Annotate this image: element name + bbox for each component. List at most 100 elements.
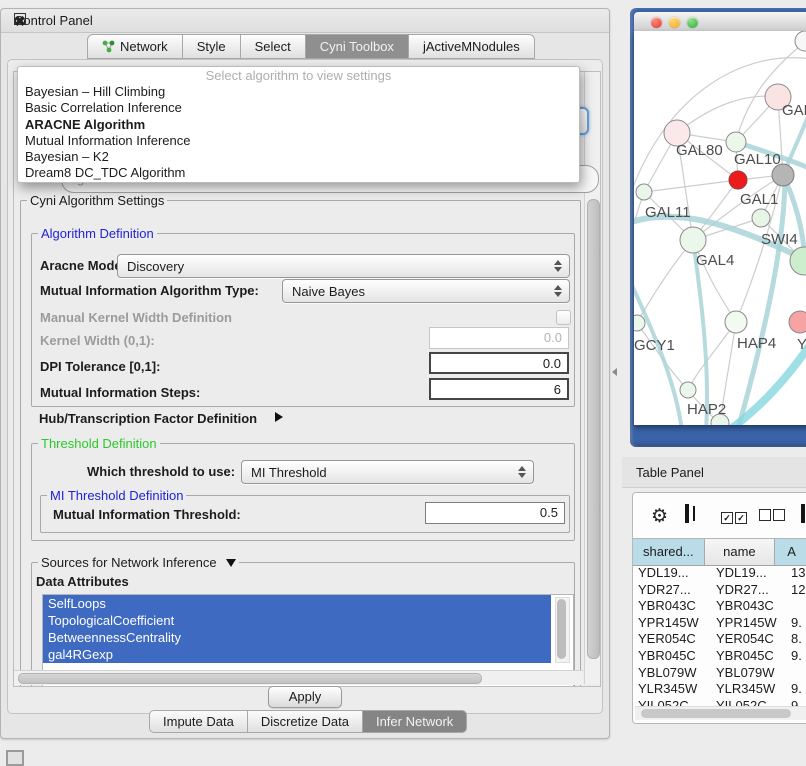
minimize-traffic-light[interactable] — [669, 17, 680, 28]
tab-infer-network[interactable]: Infer Network — [363, 710, 467, 733]
node-red[interactable] — [729, 171, 747, 189]
control-panel-window: Control Panel ✖ Network Style Select Cyn… — [0, 8, 610, 739]
kernel-width-label: Kernel Width (0,1): — [40, 333, 155, 348]
scrollbar-thumb[interactable] — [18, 673, 482, 684]
apply-button[interactable]: Apply — [268, 686, 342, 708]
mi-algorithm-type-combobox[interactable]: Naive Bayes — [282, 279, 570, 303]
menu-item[interactable]: Dream8 DC_TDC Algorithm — [18, 165, 579, 181]
horizontal-scrollbar[interactable] — [14, 670, 583, 685]
close-traffic-light[interactable] — [651, 17, 662, 28]
menu-item[interactable]: Bayesian – Hill Climbing — [18, 84, 579, 100]
column-header-shared-name[interactable]: shared... — [633, 539, 705, 565]
mi-threshold-field[interactable]: 0.5 — [425, 502, 565, 524]
node[interactable] — [795, 31, 806, 51]
tab-impute-data[interactable]: Impute Data — [149, 710, 248, 733]
mi-threshold-group-title: MI Threshold Definition — [47, 488, 186, 503]
aracne-mode-combobox[interactable]: Discovery — [117, 254, 570, 278]
table-row[interactable]: YDL19... YDL19... 13 — [633, 565, 806, 582]
node-label: SWI4 — [761, 231, 798, 248]
algorithm-definition-group: Algorithm Definition Aracne Mode: Discov… — [31, 233, 575, 407]
which-threshold-combobox[interactable]: MI Threshold — [241, 460, 534, 484]
panel-splitter-arrow[interactable] — [612, 368, 617, 376]
network-window-titlebar — [634, 12, 806, 32]
list-scrollbar[interactable] — [555, 597, 570, 663]
vertical-scrollbar[interactable] — [584, 72, 600, 684]
combo-arrows-icon — [518, 466, 533, 478]
kernel-width-field[interactable]: 0.0 — [429, 327, 569, 349]
node-label: GCY1 — [634, 337, 675, 354]
list-item[interactable]: BetweennessCentrality — [43, 629, 551, 646]
node-gal4[interactable] — [680, 227, 706, 253]
table-header-row: shared... name A — [633, 538, 806, 566]
list-item[interactable]: gal4RGexp — [43, 646, 551, 663]
node-label: GAL80 — [676, 142, 723, 159]
table-row[interactable]: YIL052C YIL052C 9. — [633, 698, 806, 706]
dpi-tolerance-field[interactable]: 0.0 — [429, 352, 569, 374]
new-table-icon[interactable] — [801, 504, 805, 523]
manual-kernel-width-checkbox[interactable] — [556, 310, 571, 325]
close-icon[interactable]: ✖ — [14, 13, 599, 30]
table-panel: ⚙ ✓✓ shared... name A YDL19... YDL19... … — [632, 492, 806, 724]
table-row[interactable]: YPR145W YPR145W 9. — [633, 615, 806, 632]
network-icon — [102, 40, 115, 53]
node-y[interactable] — [789, 311, 806, 333]
restore-panel-icon[interactable] — [6, 750, 24, 766]
node-label: GAL1 — [740, 191, 778, 208]
scrollbar-thumb[interactable] — [587, 199, 600, 659]
node-gal11[interactable] — [636, 184, 652, 200]
table-row[interactable]: YBR045C YBR045C 9. — [633, 648, 806, 665]
deselect-all-icon[interactable] — [759, 509, 785, 524]
mi-algorithm-type-label: Mutual Information Algorithm Type: — [40, 283, 259, 298]
node-label: GAL2 — [782, 102, 806, 119]
expand-right-icon[interactable] — [275, 412, 283, 422]
which-threshold-label: Which threshold to use: — [87, 464, 235, 479]
cyni-algorithm-settings-group: Cyni Algorithm Settings Algorithm Defini… — [20, 200, 581, 687]
tab-cyni-toolbox[interactable]: Cyni Toolbox — [306, 34, 409, 59]
network-canvas[interactable]: GAL2 GAL80 GAL10 GAL1 GAL11 SWI4 GAL4 GC… — [634, 31, 806, 425]
tab-select[interactable]: Select — [241, 34, 306, 59]
tab-jactivemnodules[interactable]: jActiveMNodules — [409, 34, 535, 59]
table-row[interactable]: YBR043C YBR043C — [633, 598, 806, 615]
menu-item[interactable]: Bayesian – K2 — [18, 149, 579, 165]
tab-style[interactable]: Style — [183, 34, 241, 59]
select-all-icon[interactable]: ✓✓ — [721, 509, 747, 524]
table-row[interactable]: YDR27... YDR27... 12 — [633, 582, 806, 599]
list-item[interactable]: SelfLoops — [43, 595, 551, 612]
gear-icon[interactable]: ⚙ — [651, 505, 668, 528]
list-item[interactable]: TopologicalCoefficient — [43, 612, 551, 629]
table-panel-header: Table Panel — [622, 457, 806, 488]
popup-prompt: Select algorithm to view settings — [18, 67, 579, 84]
column-header-name[interactable]: name — [705, 539, 776, 565]
node-hap4[interactable] — [725, 311, 747, 333]
combo-arrows-icon — [554, 260, 569, 272]
network-view-window: GAL2 GAL80 GAL10 GAL1 GAL11 SWI4 GAL4 GC… — [630, 8, 806, 447]
sources-group: Sources for Network Inference Data Attri… — [31, 562, 575, 687]
dpi-tolerance-label: DPI Tolerance [0,1]: — [40, 359, 160, 374]
combo-arrows-icon — [554, 285, 569, 297]
node-gcy1[interactable] — [634, 315, 645, 331]
zoom-traffic-light[interactable] — [687, 17, 698, 28]
bottom-tabstrip: Impute Data Discretize Data Infer Networ… — [149, 710, 467, 733]
table-horizontal-scrollbar[interactable] — [635, 706, 806, 720]
menu-item-selected[interactable]: ARACNE Algorithm — [18, 117, 579, 133]
tab-network[interactable]: Network — [87, 34, 183, 59]
column-header-partial[interactable]: A — [775, 539, 806, 565]
mi-steps-field[interactable]: 6 — [429, 378, 569, 400]
node-hap2[interactable] — [680, 382, 696, 398]
menu-item[interactable]: Basic Correlation Inference — [18, 100, 579, 116]
tab-discretize-data[interactable]: Discretize Data — [248, 710, 363, 733]
table-row[interactable]: YER054C YER054C 8. — [633, 631, 806, 648]
data-attributes-label: Data Attributes — [36, 574, 129, 589]
menu-item[interactable]: Mutual Information Inference — [18, 133, 579, 149]
mi-threshold-label: Mutual Information Threshold: — [53, 507, 241, 522]
columns-icon[interactable] — [685, 504, 689, 523]
collapse-down-icon[interactable] — [226, 559, 236, 567]
node-gal1[interactable] — [752, 209, 770, 227]
node-gal10[interactable] — [726, 132, 746, 152]
scrollbar-thumb[interactable] — [641, 709, 791, 718]
table-row[interactable]: YLR345W YLR345W 9. — [633, 681, 806, 698]
mi-steps-label: Mutual Information Steps: — [40, 385, 200, 400]
node-label: HAP2 — [687, 401, 726, 418]
table-row[interactable]: YBL079W YBL079W — [633, 665, 806, 682]
control-panel-tabs: Network Style Select Cyni Toolbox jActiv… — [87, 34, 535, 59]
